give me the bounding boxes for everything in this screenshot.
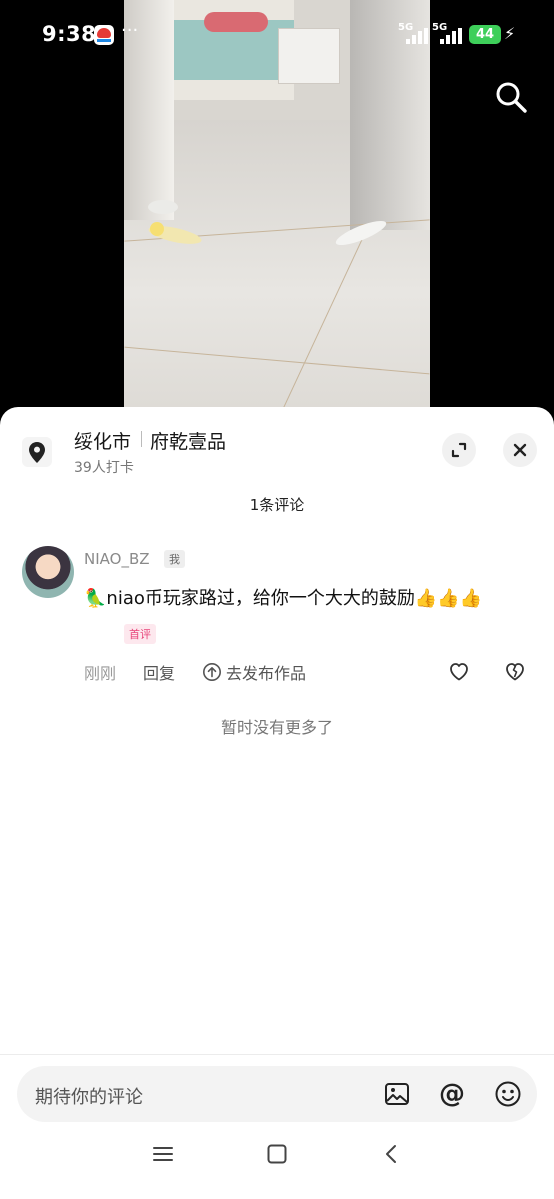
location-pin-icon — [22, 437, 52, 467]
me-badge: 我 — [164, 550, 185, 568]
location-city[interactable]: 绥化市 — [74, 427, 131, 454]
screen: 9:38 ··· 5G 5G 44 ⚡ 绥化市 府乾壹品 39人打卡 1条评论 … — [0, 0, 554, 1199]
image-icon[interactable] — [383, 1080, 411, 1108]
home-icon[interactable] — [265, 1142, 289, 1166]
menu-icon[interactable] — [151, 1142, 175, 1166]
comment-text[interactable]: 🦜niao币玩家路过，给你一个大大的鼓励👍👍👍 — [84, 580, 544, 618]
expand-icon — [451, 442, 467, 458]
close-button[interactable] — [503, 433, 537, 467]
avatar[interactable] — [22, 546, 74, 598]
battery-level: 44 — [469, 25, 501, 44]
expand-button[interactable] — [442, 433, 476, 467]
upload-icon — [203, 663, 221, 681]
publish-work-label: 去发布作品 — [226, 664, 307, 683]
status-bar: 9:38 ··· 5G 5G 44 ⚡ — [42, 20, 516, 46]
first-comment-badge: 首评 — [124, 624, 156, 644]
emoji-icon[interactable] — [494, 1080, 522, 1108]
more-notifications-icon: ··· — [121, 20, 139, 41]
charging-bolt-icon: ⚡ — [504, 24, 516, 43]
comment-count: 1条评论 — [249, 496, 305, 514]
comment-time: 刚刚 — [84, 664, 117, 683]
mention-at-icon[interactable]: @ — [438, 1080, 466, 1108]
like-heart-icon[interactable] — [447, 659, 471, 683]
comment-input[interactable]: 期待你的评论 @ — [17, 1066, 537, 1122]
comment-username[interactable]: NIAO_BZ — [84, 550, 150, 568]
comment-input-placeholder: 期待你的评论 — [35, 1087, 143, 1108]
close-icon — [513, 443, 527, 457]
dislike-broken-heart-icon[interactable] — [503, 659, 527, 683]
app-notification-icon — [94, 25, 114, 45]
checkin-count: 39人打卡 — [74, 460, 134, 476]
comment-sheet: 绥化市 府乾壹品 39人打卡 1条评论 NIAO_BZ 我 🦜niao币玩家路过… — [0, 407, 554, 1199]
location-divider — [141, 431, 142, 447]
status-time: 9:38 — [42, 22, 97, 46]
publish-work-button[interactable]: 去发布作品 — [202, 660, 306, 684]
search-icon[interactable] — [494, 80, 528, 114]
no-more-comments: 暂时没有更多了 — [220, 718, 333, 737]
input-divider — [0, 1054, 554, 1055]
location-place[interactable]: 府乾壹品 — [150, 427, 226, 454]
back-icon[interactable] — [380, 1142, 404, 1166]
reply-button[interactable]: 回复 — [143, 660, 175, 684]
